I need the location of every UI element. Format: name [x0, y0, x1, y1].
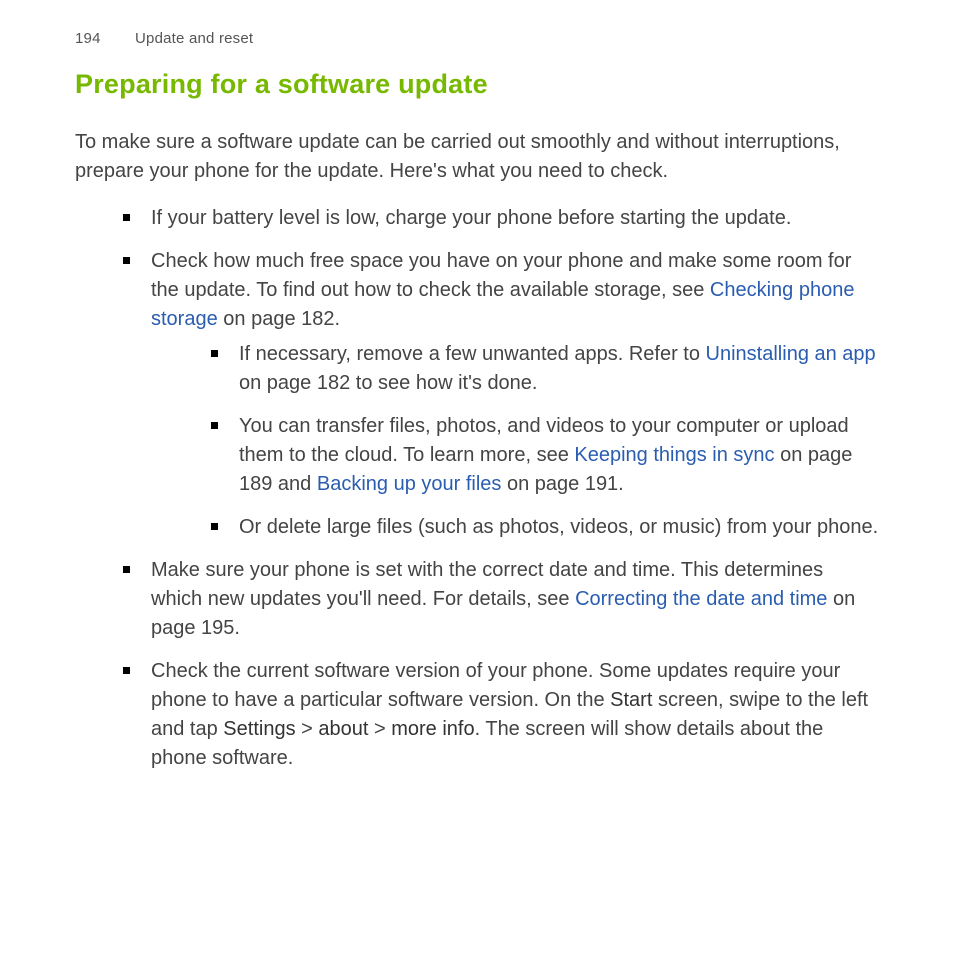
- list-item-text: >: [368, 718, 391, 740]
- list-item-text: on page 191.: [501, 473, 623, 495]
- list-item-text: If your battery level is low, charge you…: [151, 207, 791, 229]
- list-item-text: >: [296, 718, 319, 740]
- section-name: Update and reset: [135, 30, 253, 47]
- bold-text: more info: [391, 718, 474, 740]
- page-number: 194: [75, 30, 101, 47]
- intro-paragraph: To make sure a software update can be ca…: [75, 128, 879, 186]
- page-title: Preparing for a software update: [75, 69, 879, 100]
- list-item: Check how much free space you have on yo…: [123, 247, 879, 542]
- list-item: Make sure your phone is set with the cor…: [123, 556, 879, 643]
- list-item: Or delete large files (such as photos, v…: [211, 513, 879, 542]
- list-item-text: Or delete large files (such as photos, v…: [239, 516, 878, 538]
- list-item-text: on page 182.: [218, 308, 340, 330]
- list-item: If necessary, remove a few unwanted apps…: [211, 340, 879, 398]
- list-item: Check the current software version of yo…: [123, 657, 879, 773]
- list-item: You can transfer files, photos, and vide…: [211, 412, 879, 499]
- link-correcting-date-time[interactable]: Correcting the date and time: [575, 588, 827, 610]
- link-keeping-things-in-sync[interactable]: Keeping things in sync: [574, 444, 774, 466]
- link-uninstalling-an-app[interactable]: Uninstalling an app: [706, 343, 876, 365]
- list-item: If your battery level is low, charge you…: [123, 204, 879, 233]
- document-page: 194 Update and reset Preparing for a sof…: [0, 0, 954, 817]
- list-item-text: If necessary, remove a few unwanted apps…: [239, 343, 706, 365]
- sub-bullet-list: If necessary, remove a few unwanted apps…: [151, 340, 879, 542]
- link-backing-up-your-files[interactable]: Backing up your files: [317, 473, 502, 495]
- page-header: 194 Update and reset: [75, 30, 879, 47]
- bold-text: Settings: [223, 718, 295, 740]
- bold-text: about: [318, 718, 368, 740]
- bullet-list: If your battery level is low, charge you…: [75, 204, 879, 773]
- list-item-text: on page 182 to see how it's done.: [239, 372, 538, 394]
- bold-text: Start: [610, 689, 652, 711]
